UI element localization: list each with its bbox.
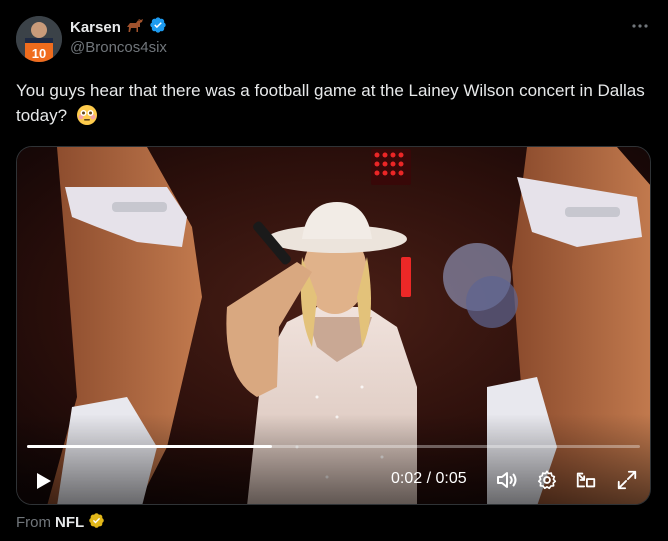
author-avatar[interactable]: 10	[16, 16, 62, 62]
play-icon	[37, 473, 51, 489]
volume-icon	[497, 472, 517, 488]
time-display: 0:02 / 0:05	[391, 470, 467, 487]
source-attribution: From NFL	[16, 512, 105, 533]
more-options-button[interactable]	[630, 16, 650, 36]
gold-verified-badge-icon	[88, 512, 105, 533]
blue-verified-badge-icon[interactable]	[149, 16, 167, 39]
tweet-body: You guys hear that there was a football …	[16, 81, 645, 125]
progress-bar[interactable]	[27, 445, 640, 448]
fullscreen-icon	[617, 470, 637, 490]
gear-icon	[537, 470, 557, 490]
fullscreen-button[interactable]	[615, 468, 639, 492]
author-handle[interactable]: @Broncos4six	[70, 39, 167, 56]
progress-fill	[27, 445, 273, 448]
source-prefix: From	[16, 514, 51, 531]
play-button[interactable]	[29, 467, 57, 495]
video-player[interactable]: 0:02 / 0:05	[16, 146, 651, 505]
author-name-row[interactable]: Karsen	[70, 16, 167, 39]
ellipsis-icon	[632, 24, 648, 28]
flushed-face-icon	[76, 104, 98, 133]
volume-button[interactable]	[494, 467, 520, 493]
tweet-text: You guys hear that there was a football …	[16, 78, 646, 133]
source-name-link[interactable]: NFL	[55, 514, 84, 531]
picture-in-picture-button[interactable]	[574, 468, 598, 492]
horse-icon	[125, 17, 145, 38]
settings-button[interactable]	[535, 468, 559, 492]
author-display-name[interactable]: Karsen	[70, 19, 121, 36]
avatar-jersey-number: 10	[32, 46, 46, 61]
picture-in-picture-icon	[576, 472, 596, 488]
